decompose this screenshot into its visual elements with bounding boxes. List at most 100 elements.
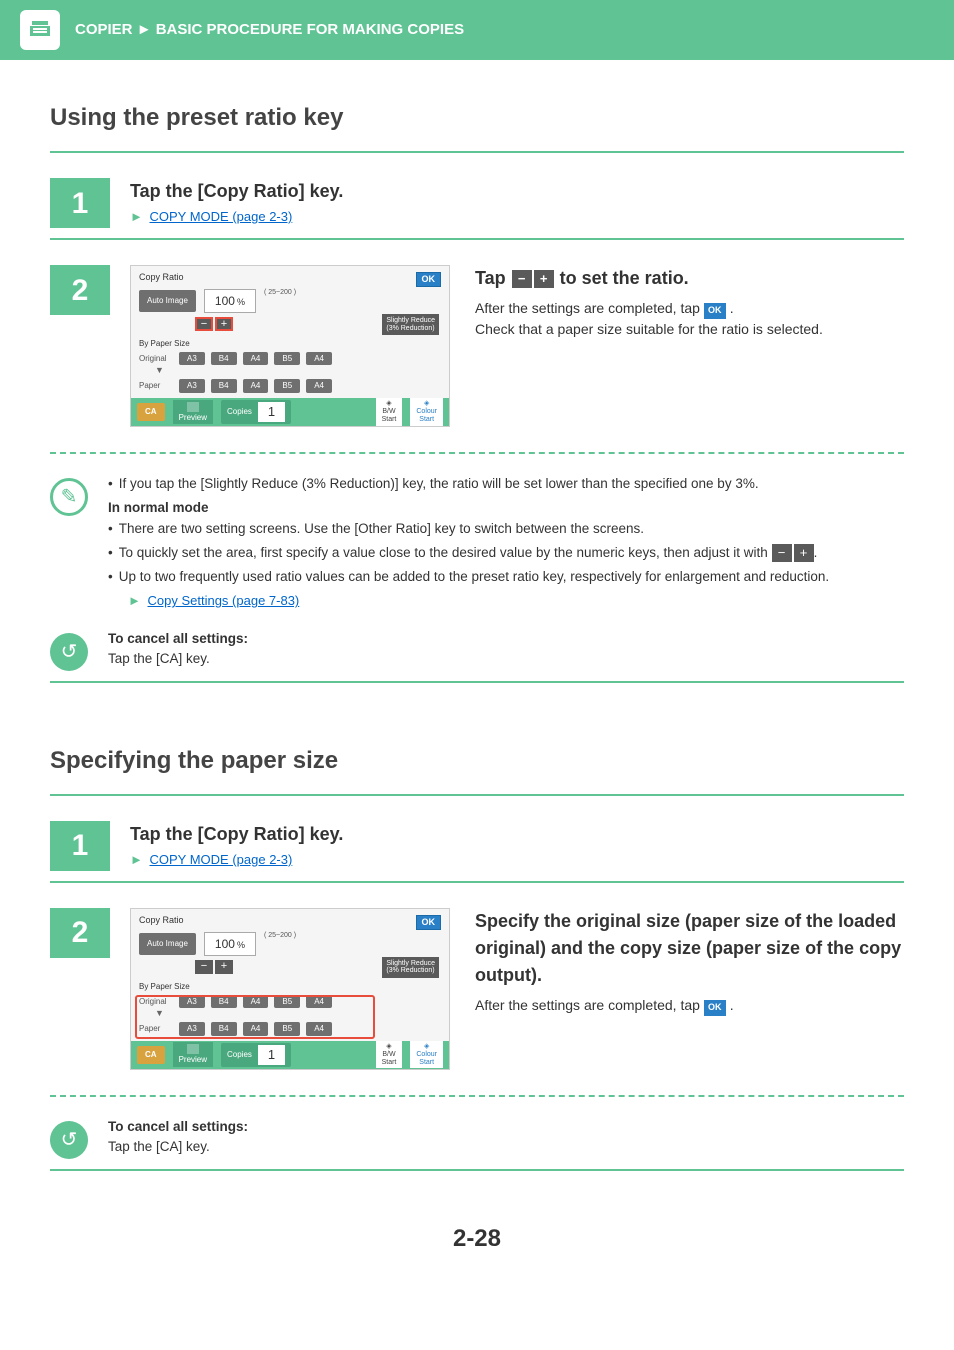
panel-title: Copy Ratio — [139, 272, 441, 283]
divider — [50, 151, 904, 153]
size-b5[interactable]: B5 — [274, 379, 300, 393]
info-note: ✎ If you tap the [Slightly Reduce (3% Re… — [50, 474, 904, 619]
copy-ratio-panel-2: Copy Ratio OK Auto Image 100 % ( 25~200 … — [130, 908, 450, 1070]
plus-button[interactable]: + — [215, 960, 233, 974]
ca-button[interactable]: CA — [137, 403, 165, 421]
size-a4-2[interactable]: A4 — [306, 995, 332, 1009]
size-b4[interactable]: B4 — [211, 1022, 237, 1036]
size-a3[interactable]: A3 — [179, 352, 205, 366]
size-b5[interactable]: B5 — [274, 995, 300, 1009]
copies-label: Copies — [227, 407, 252, 417]
section2-title: Specifying the paper size — [50, 743, 904, 779]
panel-ok-button[interactable]: OK — [416, 272, 442, 287]
panel-bottom-bar: CA Preview Copies 1 ◈B/WStart ◈ColourSta… — [131, 1041, 449, 1069]
step-number-1: 1 — [50, 178, 110, 228]
size-a4[interactable]: A4 — [243, 379, 269, 393]
step1-heading: Tap the [Copy Ratio] key. — [130, 821, 904, 848]
ratio-display: 100 % — [204, 289, 256, 313]
plus-icon: + — [534, 270, 554, 288]
inline-ok-icon: OK — [704, 303, 726, 319]
by-paper-size-label: By Paper Size — [139, 982, 441, 992]
bw-start-button[interactable]: ◈B/WStart — [376, 1041, 403, 1068]
copier-icon — [20, 10, 60, 50]
size-a3[interactable]: A3 — [179, 995, 205, 1009]
colour-start-button[interactable]: ◈ColourStart — [410, 1041, 443, 1068]
ca-button[interactable]: CA — [137, 1046, 165, 1064]
header-bar: COPIER ► BASIC PROCEDURE FOR MAKING COPI… — [0, 0, 954, 60]
divider — [50, 681, 904, 683]
size-a4[interactable]: A4 — [243, 1022, 269, 1036]
cancel-note-2: ↺ To cancel all settings: Tap the [CA] k… — [50, 1117, 904, 1159]
preview-button[interactable]: Preview — [173, 400, 213, 425]
copies-control[interactable]: Copies 1 — [221, 1043, 291, 1067]
original-label: Original — [139, 354, 173, 364]
bw-start-button[interactable]: ◈B/WStart — [376, 398, 403, 425]
cancel-heading: To cancel all settings: — [108, 629, 904, 649]
step2-heading: Specify the original size (paper size of… — [475, 908, 904, 989]
ratio-range: ( 25~200 ) — [264, 289, 296, 297]
size-a4[interactable]: A4 — [243, 995, 269, 1009]
size-a3[interactable]: A3 — [179, 1022, 205, 1036]
cancel-body: Tap the [CA] key. — [108, 649, 904, 669]
minus-button[interactable]: − — [195, 317, 213, 331]
original-size-row: Original A3 B4 A4 B5 A4 — [139, 352, 441, 366]
section1-step1: 1 Tap the [Copy Ratio] key. ► COPY MODE … — [50, 178, 904, 228]
divider — [50, 794, 904, 796]
minus-button[interactable]: − — [195, 960, 213, 974]
down-arrow-icon: ▼ — [155, 1008, 441, 1019]
copies-label: Copies — [227, 1050, 252, 1060]
breadcrumb-page[interactable]: BASIC PROCEDURE FOR MAKING COPIES — [156, 21, 464, 38]
slightly-reduce-button[interactable]: Slightly Reduce (3% Reduction) — [382, 314, 439, 335]
ratio-unit: % — [237, 297, 245, 308]
size-b5[interactable]: B5 — [274, 352, 300, 366]
slightly-reduce-button[interactable]: Slightly Reduce (3% Reduction) — [382, 957, 439, 978]
auto-image-button[interactable]: Auto Image — [139, 290, 196, 312]
copy-mode-link[interactable]: COPY MODE (page 2-3) — [150, 209, 293, 224]
ratio-unit: % — [237, 940, 245, 951]
dashed-separator — [50, 452, 904, 454]
auto-image-button[interactable]: Auto Image — [139, 933, 196, 955]
size-b4[interactable]: B4 — [211, 352, 237, 366]
ratio-display: 100 % — [204, 932, 256, 956]
plus-button[interactable]: + — [215, 317, 233, 331]
size-b4[interactable]: B4 — [211, 995, 237, 1009]
size-a4-2[interactable]: A4 — [306, 352, 332, 366]
colour-start-button[interactable]: ◈ColourStart — [410, 398, 443, 425]
copies-value: 1 — [258, 1045, 285, 1065]
step2-line1: After the settings are completed, tap OK… — [475, 995, 904, 1016]
info-icon: ✎ — [50, 478, 88, 516]
minus-icon: − — [772, 544, 792, 562]
panel-ok-button[interactable]: OK — [416, 915, 442, 930]
copy-settings-link[interactable]: Copy Settings (page 7-83) — [148, 593, 300, 608]
breadcrumb-sep: ► — [137, 21, 152, 38]
copy-mode-link[interactable]: COPY MODE (page 2-3) — [150, 852, 293, 867]
cancel-body: Tap the [CA] key. — [108, 1137, 904, 1157]
by-paper-size-label: By Paper Size — [139, 339, 441, 349]
note-bullet2: There are two setting screens. Use the [… — [108, 519, 904, 539]
inline-minus-plus-icon: − + — [772, 544, 814, 562]
inline-minus-plus-icon: − + — [512, 270, 554, 288]
preview-button[interactable]: Preview — [173, 1042, 213, 1067]
panel-title: Copy Ratio — [139, 915, 441, 926]
size-a4-2[interactable]: A4 — [306, 1022, 332, 1036]
link-arrow-icon: ► — [130, 852, 143, 867]
dashed-separator — [50, 1095, 904, 1097]
paper-label: Paper — [139, 1024, 173, 1034]
size-a3[interactable]: A3 — [179, 379, 205, 393]
divider — [50, 881, 904, 883]
cancel-heading: To cancel all settings: — [108, 1117, 904, 1137]
breadcrumb-section[interactable]: COPIER — [75, 21, 133, 38]
copies-control[interactable]: Copies 1 — [221, 400, 291, 424]
inline-ok-icon: OK — [704, 1000, 726, 1016]
step-number-1: 1 — [50, 821, 110, 871]
step2-line2: Check that a paper size suitable for the… — [475, 319, 904, 340]
panel-bottom-bar: CA Preview Copies 1 ◈B/WStart ◈ColourSta… — [131, 398, 449, 426]
plus-icon: + — [794, 544, 814, 562]
link-arrow-icon: ► — [128, 593, 141, 608]
size-a4-2[interactable]: A4 — [306, 379, 332, 393]
size-b4[interactable]: B4 — [211, 379, 237, 393]
size-a4[interactable]: A4 — [243, 352, 269, 366]
section1-step2: 2 Copy Ratio OK Auto Image 100 % ( 25~20… — [50, 265, 904, 427]
size-b5[interactable]: B5 — [274, 1022, 300, 1036]
ratio-range: ( 25~200 ) — [264, 932, 296, 940]
